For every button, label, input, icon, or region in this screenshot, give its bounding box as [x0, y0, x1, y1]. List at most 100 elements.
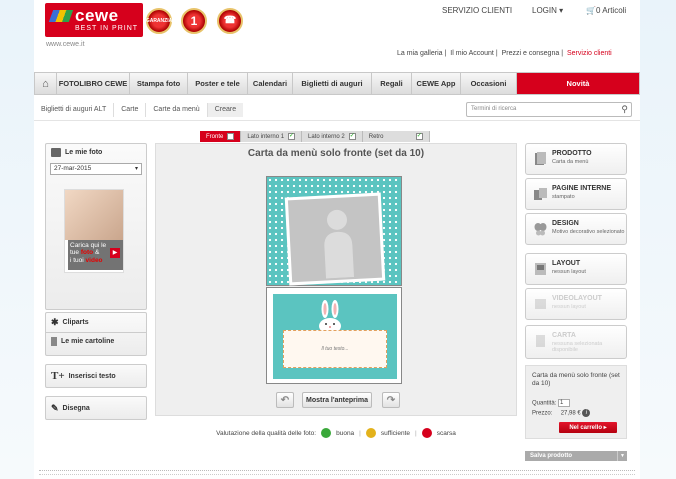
- product-title: Carta da menù solo fronte (set da 10): [247, 148, 425, 159]
- card-bottom-page[interactable]: Il tuo testo...: [266, 287, 402, 384]
- smiley-ok-icon: [365, 428, 376, 438]
- link-prezzi[interactable]: Prezzi e consegna: [502, 50, 560, 57]
- breadcrumb-item[interactable]: Biglietti di auguri ALT: [34, 102, 115, 117]
- my-photos-header[interactable]: Le mie foto: [46, 144, 146, 161]
- layout-box[interactable]: LAYOUT nessun layout: [525, 253, 627, 285]
- login-link[interactable]: LOGIN ▾: [532, 6, 563, 15]
- tab-lato-interno-2[interactable]: Lato interno 2 ✓: [302, 131, 363, 142]
- text-tool-icon: T+: [51, 370, 65, 382]
- nav-poster[interactable]: Poster e tele: [188, 73, 248, 94]
- tab-retro[interactable]: Retro ✓: [362, 131, 430, 142]
- play-icon: ▶: [110, 248, 120, 258]
- brush-icon: ✎: [51, 402, 59, 413]
- editor-canvas: Carta da menù solo fronte (set da 10) Il…: [155, 143, 517, 416]
- price-value: 27,98 €: [560, 410, 581, 417]
- nav-cewe-app[interactable]: CEWE App: [412, 73, 461, 94]
- quantity-row: Quantità: 1: [532, 399, 571, 407]
- redo-icon[interactable]: ↷: [382, 392, 400, 408]
- logo-mark-icon: [48, 10, 74, 22]
- quality-bad: scarsa: [436, 429, 456, 437]
- link-galleria[interactable]: La mia galleria: [397, 50, 443, 57]
- design-box[interactable]: DESIGN Motivo decorativo selezionato: [525, 213, 627, 245]
- person-silhouette-icon: [324, 209, 355, 279]
- my-photos-panel: Le mie foto 27-mar-2015 ▾ Carica qui le …: [45, 143, 147, 310]
- preview-button[interactable]: Mostra l'anteprima: [302, 392, 372, 408]
- photo-placeholder[interactable]: [284, 192, 386, 286]
- nav-occasioni[interactable]: Occasioni: [461, 73, 517, 94]
- card-front-page[interactable]: [266, 176, 402, 286]
- pages-icon: [534, 188, 547, 200]
- product-icon: [535, 152, 546, 165]
- number-one-badge-icon[interactable]: 1: [181, 8, 207, 34]
- text-field[interactable]: Il tuo testo...: [283, 330, 387, 368]
- divider: [39, 470, 635, 471]
- draw-button[interactable]: ✎ Disegna: [45, 396, 147, 420]
- layout-icon: [535, 263, 546, 275]
- nav-biglietti[interactable]: Biglietti di auguri: [293, 73, 372, 94]
- servizio-clienti-link[interactable]: SERVIZIO CLIENTI: [442, 6, 512, 15]
- phone-badge-icon[interactable]: ☎: [217, 8, 243, 34]
- smiley-bad-icon: [421, 428, 432, 438]
- nav-calendari[interactable]: Calendari: [248, 73, 293, 94]
- butterfly-icon: [534, 223, 547, 236]
- nav-regali[interactable]: Regali: [372, 73, 412, 94]
- product-box[interactable]: PRODOTTO Carta da menù: [525, 143, 627, 175]
- link-servizio[interactable]: Servizio clienti: [567, 50, 612, 57]
- add-to-cart-button[interactable]: Nel carrello ▸: [559, 422, 617, 433]
- price-row: Prezzo: 27,98 € i: [532, 409, 591, 417]
- garanzia-badge-icon[interactable]: GARANZIA: [146, 8, 172, 34]
- chevron-down-icon: ▾: [134, 166, 138, 172]
- breadcrumb: Biglietti di auguri ALT Carte Carte da m…: [34, 99, 640, 121]
- nav-fotolibro[interactable]: FOTOLIBRO CEWE: [57, 73, 130, 94]
- cliparts-header[interactable]: ✱ Cliparts: [46, 313, 146, 332]
- nav-stampa-foto[interactable]: Stampa foto: [130, 73, 188, 94]
- date-select[interactable]: 27-mar-2015 ▾: [50, 163, 142, 175]
- main-nav: ⌂ FOTOLIBRO CEWE Stampa foto Poster e te…: [34, 72, 640, 95]
- breadcrumb-item[interactable]: Carte da menù: [146, 102, 208, 117]
- logo-tagline: BEST IN PRINT: [75, 25, 139, 32]
- insert-text-button[interactable]: T+ Inserisci testo: [45, 364, 147, 388]
- smiley-good-icon: [321, 428, 332, 438]
- nav-novita[interactable]: Novità: [517, 73, 639, 94]
- my-cards-header[interactable]: Le mie cartoline: [46, 333, 146, 350]
- clipart-icon: ✱: [51, 317, 59, 327]
- summary-product-name: Carta da menù solo fronte (set da 10): [532, 372, 620, 387]
- arrow-right-icon: ▸: [603, 425, 607, 431]
- quality-ok: sufficiente: [380, 429, 411, 437]
- tab-lato-interno-1[interactable]: Lato interno 1 ✓: [241, 131, 303, 142]
- tab-checkbox[interactable]: ✓: [415, 133, 423, 140]
- pages-box[interactable]: PAGINE INTERNE stampato: [525, 178, 627, 210]
- sub-links: La mia galleria | Il mio Account | Prezzi …: [397, 50, 612, 57]
- quantity-input[interactable]: 1: [558, 399, 571, 407]
- link-account[interactable]: Il mio Account: [450, 50, 494, 57]
- search-placeholder: Termini di ricerca: [471, 106, 517, 112]
- chevron-down-icon: ▾: [559, 6, 564, 15]
- search-input[interactable]: Termini di ricerca ⚲: [466, 102, 632, 117]
- cewe-logo[interactable]: cewe BEST IN PRINT: [45, 3, 143, 37]
- page-tabs: Fronte Lato interno 1 ✓ Lato interno 2 ✓ R…: [200, 131, 430, 142]
- breadcrumb-current: Creare: [207, 102, 244, 117]
- home-icon[interactable]: ⌂: [35, 73, 57, 94]
- save-product-button[interactable]: Salva prodotto ▼: [525, 451, 627, 461]
- search-icon[interactable]: ⚲: [621, 104, 628, 115]
- card-icon: [51, 337, 57, 346]
- camera-icon: [51, 148, 61, 157]
- site-url: www.cewe.it: [46, 41, 85, 48]
- upload-promo[interactable]: Carica qui le tue foto & i tuoi video ▶: [64, 189, 124, 273]
- chevron-down-icon[interactable]: ▼: [617, 451, 627, 461]
- info-icon[interactable]: i: [582, 409, 591, 417]
- tab-fronte[interactable]: Fronte: [200, 131, 242, 142]
- tab-checkbox[interactable]: [227, 133, 235, 140]
- paper-box: CARTA nessuna selezionata disponibile: [525, 325, 627, 359]
- tab-checkbox[interactable]: ✓: [348, 133, 356, 140]
- divider: [39, 474, 635, 475]
- logo-word: cewe: [75, 6, 119, 25]
- breadcrumb-item[interactable]: Carte: [114, 102, 147, 117]
- tab-checkbox[interactable]: ✓: [288, 133, 296, 140]
- quality-label: Valutazione della qualità delle foto:: [216, 429, 317, 437]
- video-layout-icon: [535, 299, 546, 309]
- clipart-panel: ✱ Cliparts Le mie cartoline: [45, 312, 147, 356]
- cart-link[interactable]: 🛒0 Articoli: [586, 6, 626, 15]
- quality-good: buona: [336, 429, 355, 437]
- undo-icon[interactable]: ↶: [276, 392, 294, 408]
